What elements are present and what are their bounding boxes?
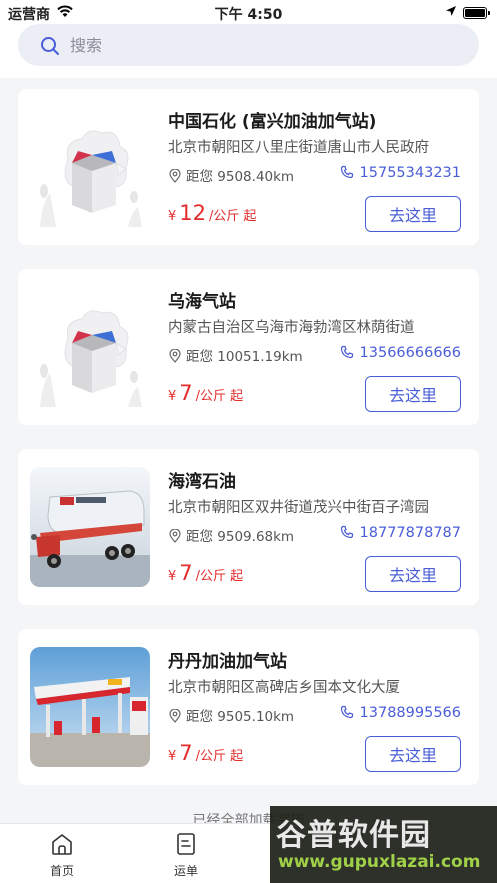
search-bar: [0, 22, 497, 78]
distance-text: 距您 9509.68km: [186, 529, 295, 545]
station-card[interactable]: 中国石化 (富兴加油加气站) 北京市朝阳区八里庄街道唐山市人民政府 距您 950…: [18, 89, 479, 245]
watermark-text: 谷普软件园: [276, 818, 431, 853]
tab-waybill[interactable]: 运单: [141, 830, 231, 879]
location-pin-icon: [169, 169, 181, 183]
station-distance: 距您 10051.19km: [168, 345, 303, 365]
station-card[interactable]: 乌海气站 内蒙古自治区乌海市海勃湾区林荫街道 距您 10051.19km 135…: [18, 269, 479, 425]
price-value: 7: [179, 381, 193, 405]
location-pin-icon: [169, 709, 181, 723]
phone-number: 18777878787: [359, 525, 461, 541]
station-phone[interactable]: 18777878787: [340, 525, 461, 541]
station-price: ¥7/公斤 起: [168, 561, 243, 585]
price-currency: ¥: [168, 749, 177, 764]
station-address: 北京市朝阳区高碑店乡国本文化大厦: [168, 680, 400, 696]
phone-number: 13566666666: [359, 345, 461, 361]
tab-waybill-label: 运单: [173, 864, 198, 878]
price-value: 7: [179, 561, 193, 585]
station-price: ¥7/公斤 起: [168, 741, 243, 765]
phone-icon: [340, 705, 353, 719]
tab-home-label: 首页: [49, 864, 74, 878]
watermark-url: www.gupuxlazai.com: [278, 852, 481, 872]
station-name: 中国石化 (富兴加油加气站): [168, 112, 377, 132]
station-phone[interactable]: 15755343231: [340, 165, 461, 181]
status-time: 下午 4:50: [214, 7, 283, 23]
go-here-button[interactable]: 去这里: [365, 376, 461, 412]
station-address: 北京市朝阳区八里庄街道唐山市人民政府: [168, 140, 429, 156]
location-pin-icon: [169, 529, 181, 543]
phone-icon: [340, 525, 353, 539]
station-name: 海湾石油: [168, 472, 236, 492]
station-distance: 距您 9508.40km: [168, 165, 294, 185]
station-price: ¥7/公斤 起: [168, 381, 243, 405]
price-unit: /公斤 起: [195, 749, 244, 764]
placeholder-image: [30, 287, 150, 407]
price-value: 12: [179, 201, 207, 225]
station-distance: 距您 9509.68km: [168, 525, 294, 545]
placeholder-image: [30, 107, 150, 227]
search-box[interactable]: [18, 24, 479, 66]
price-currency: ¥: [168, 389, 177, 404]
price-value: 7: [179, 741, 193, 765]
go-here-button[interactable]: 去这里: [365, 196, 461, 232]
home-icon: [52, 834, 72, 855]
station-address: 北京市朝阳区双井街道茂兴中街百子湾园: [168, 500, 429, 516]
station-phone[interactable]: 13788995566: [340, 705, 461, 721]
station-price: ¥12/公斤 起: [168, 201, 257, 225]
phone-icon: [340, 165, 353, 179]
phone-number: 15755343231: [359, 165, 461, 181]
price-unit: /公斤 起: [195, 569, 244, 584]
location-pin-icon: [169, 349, 181, 363]
station-name: 乌海气站: [168, 292, 236, 312]
phone-icon: [340, 345, 353, 359]
distance-text: 距您 10051.19km: [186, 349, 303, 365]
search-input[interactable]: [70, 32, 450, 58]
gas-station-image: [30, 647, 150, 767]
station-card[interactable]: 海湾石油 北京市朝阳区双井街道茂兴中街百子湾园 距您 9509.68km 187…: [18, 449, 479, 605]
price-unit: /公斤 起: [195, 389, 244, 404]
station-distance: 距您 9505.10km: [168, 705, 294, 725]
battery-icon: [463, 7, 490, 19]
go-here-button[interactable]: 去这里: [365, 556, 461, 592]
tab-home[interactable]: 首页: [17, 830, 107, 879]
watermark: 谷普软件园 www.gupuxlazai.com: [270, 806, 497, 883]
price-unit: /公斤 起: [209, 209, 257, 224]
distance-text: 距您 9505.10km: [186, 709, 295, 725]
station-card[interactable]: 丹丹加油加气站 北京市朝阳区高碑店乡国本文化大厦 距您 9505.10km 13…: [18, 629, 479, 785]
location-arrow-icon: [446, 6, 456, 16]
price-currency: ¥: [168, 209, 177, 224]
phone-number: 13788995566: [359, 705, 461, 721]
station-address: 内蒙古自治区乌海市海勃湾区林荫街道: [168, 320, 415, 336]
price-currency: ¥: [168, 569, 177, 584]
waybill-icon: [177, 833, 195, 855]
go-here-button[interactable]: 去这里: [365, 736, 461, 772]
tanker-truck-image: [30, 467, 150, 587]
station-name: 丹丹加油加气站: [168, 652, 287, 672]
search-icon: [41, 37, 59, 55]
station-phone[interactable]: 13566666666: [340, 345, 461, 361]
distance-text: 距您 9508.40km: [186, 169, 295, 185]
